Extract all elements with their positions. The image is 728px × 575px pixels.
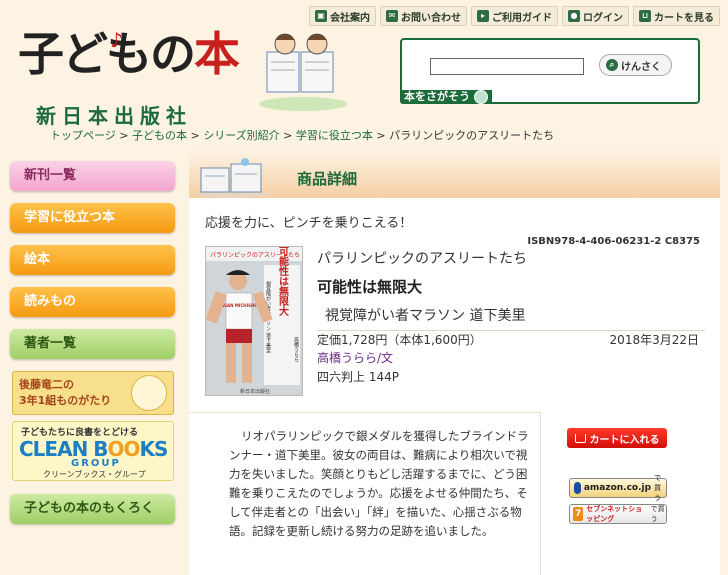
reading-children-illustration — [259, 33, 347, 111]
product-detail: 商品詳細 応援を力に、ピンチを乗りこえる！ ISBN978-4-406-0623… — [189, 150, 728, 575]
buy-on-amazon-button[interactable]: amazon.co.jp で買う — [569, 474, 667, 502]
site-logo[interactable]: 子どもの本 ♪ 新日本出版社 — [14, 14, 264, 128]
breadcrumb-link-top[interactable]: トップページ — [50, 129, 116, 142]
search-button[interactable]: ⌕ けんさく — [599, 54, 672, 76]
top-navigation: ▣ 会社案内 ✉ お問い合わせ ▸ ご利用ガイド ● ログイン ⊔ カートを見る — [309, 6, 720, 26]
speech-bubble-icon — [474, 90, 488, 104]
amazon-logo-icon — [574, 482, 581, 494]
banner-goto-ryuji[interactable]: 後藤竜二の 3年1組ものがたり — [12, 371, 174, 415]
banner-goto-text: 後藤竜二の 3年1組ものがたり — [19, 378, 112, 407]
sidebar-item-authors[interactable]: 著者一覧 — [10, 329, 175, 359]
sidebar-item-catalog[interactable]: 子どもの本のもくろく — [10, 494, 175, 524]
right-gutter — [720, 150, 728, 575]
sidebar-item-reading[interactable]: 読みもの — [10, 287, 175, 317]
guide-arrow-icon: ▸ — [477, 10, 489, 22]
book-cover-image: パラリンピックのアスリートたち 可能性は無限大 視覚障がい者マラソン 道下美里 … — [205, 246, 303, 396]
boy-illustration — [131, 375, 167, 411]
publisher-name: 新日本出版社 — [36, 104, 192, 128]
cover-artwork: パラリンピックのアスリートたち 可能性は無限大 視覚障がい者マラソン 道下美里 … — [206, 247, 302, 395]
sidebar-item-picture-books[interactable]: 絵本 — [10, 245, 175, 275]
book-description: リオパラリンピックで銀メダルを獲得したブラインドランナー・道下美里。彼女の両目は… — [229, 429, 529, 538]
sidebar-item-new-releases[interactable]: 新刊一覧 — [10, 161, 175, 191]
isbn: ISBN978-4-406-06231-2 C8375 — [527, 236, 700, 247]
section-title: 商品詳細 — [297, 170, 358, 188]
search-tab-label: 本をさがそう — [400, 90, 492, 104]
author-link[interactable]: 高橋うらら/文 — [317, 349, 393, 366]
breadcrumb-current: パラリンピックのアスリートたち — [389, 129, 555, 142]
book-format: 四六判上 144P — [317, 370, 399, 384]
buy-on-seven-net-button[interactable]: 7 セブンネットショッピング で買う — [569, 504, 667, 524]
book-search-box: ⌕ けんさく 本をさがそう — [400, 38, 700, 104]
breadcrumb-link-learning[interactable]: 学習に役立つ本 — [296, 129, 373, 142]
catch-copy: 応援を力に、ピンチを乗りこえる！ — [205, 216, 413, 231]
book-title: 可能性は無限大 — [317, 278, 423, 296]
cart-icon — [574, 433, 586, 443]
price: 定価1,728円（本体1,600円） — [317, 333, 482, 347]
breadcrumb-link-childrens-books[interactable]: 子どもの本 — [132, 129, 187, 142]
nav-contact-button[interactable]: ✉ お問い合わせ — [380, 6, 467, 26]
section-header: 商品詳細 — [189, 150, 720, 198]
cover-publisher: 新日本出版社 — [240, 388, 270, 395]
person-icon: ● — [568, 10, 580, 22]
nav-view-cart-button[interactable]: ⊔ カートを見る — [633, 6, 720, 26]
search-input[interactable] — [430, 58, 584, 75]
sidebar: 新刊一覧 学習に役立つ本 絵本 読みもの 著者一覧 後藤竜二の 3年1組ものがた… — [0, 150, 184, 575]
cover-author: 高橋うらら — [293, 336, 299, 363]
mail-icon: ✉ — [386, 10, 398, 22]
banner-clean-books-group[interactable]: 子どもたちに良書をとどける CLEAN BOOKS GROUP クリーンブックス… — [12, 421, 174, 481]
release-date: 2018年3月22日 — [609, 333, 699, 347]
nav-guide-button[interactable]: ▸ ご利用ガイド — [471, 6, 558, 26]
add-to-cart-button[interactable]: カートに入れる — [567, 428, 667, 448]
book-meta: 定価1,728円（本体1,600円） 2018年3月22日 高橋うらら/文 四六… — [317, 330, 705, 384]
books-illustration — [197, 158, 269, 198]
breadcrumb-link-series[interactable]: シリーズ別紹介 — [203, 129, 279, 142]
book-subtitle: 視覚障がい者マラソン 道下美里 — [325, 308, 526, 324]
building-icon: ▣ — [315, 10, 327, 22]
search-icon: ⌕ — [606, 59, 618, 71]
nav-login-button[interactable]: ● ログイン — [562, 6, 629, 26]
logo-title: 子どもの本 — [18, 27, 240, 81]
description-panel: リオパラリンピックで銀メダルを獲得したブラインドランナー・道下美里。彼女の両目は… — [189, 412, 541, 575]
sidebar-item-learning-books[interactable]: 学習に役立つ本 — [10, 203, 175, 233]
site-header: 子どもの本 ♪ 新日本出版社 ▣ 会社案内 ✉ お問い合わせ ▸ ご利用ガイド … — [0, 0, 728, 148]
breadcrumb: トップページ > 子どもの本 > シリーズ別紹介 > 学習に役立つ本 > パラリ… — [50, 129, 555, 142]
series-name: パラリンピックのアスリートたち — [317, 251, 527, 267]
book-info: パラリンピックのアスリートたち 可能性は無限大 視覚障がい者マラソン 道下美里 — [317, 248, 705, 325]
nav-company-button[interactable]: ▣ 会社案内 — [309, 6, 376, 26]
music-note-icon: ♪ — [110, 28, 123, 52]
seven-net-logo-icon: 7 — [573, 507, 584, 521]
cart-icon: ⊔ — [639, 10, 651, 22]
